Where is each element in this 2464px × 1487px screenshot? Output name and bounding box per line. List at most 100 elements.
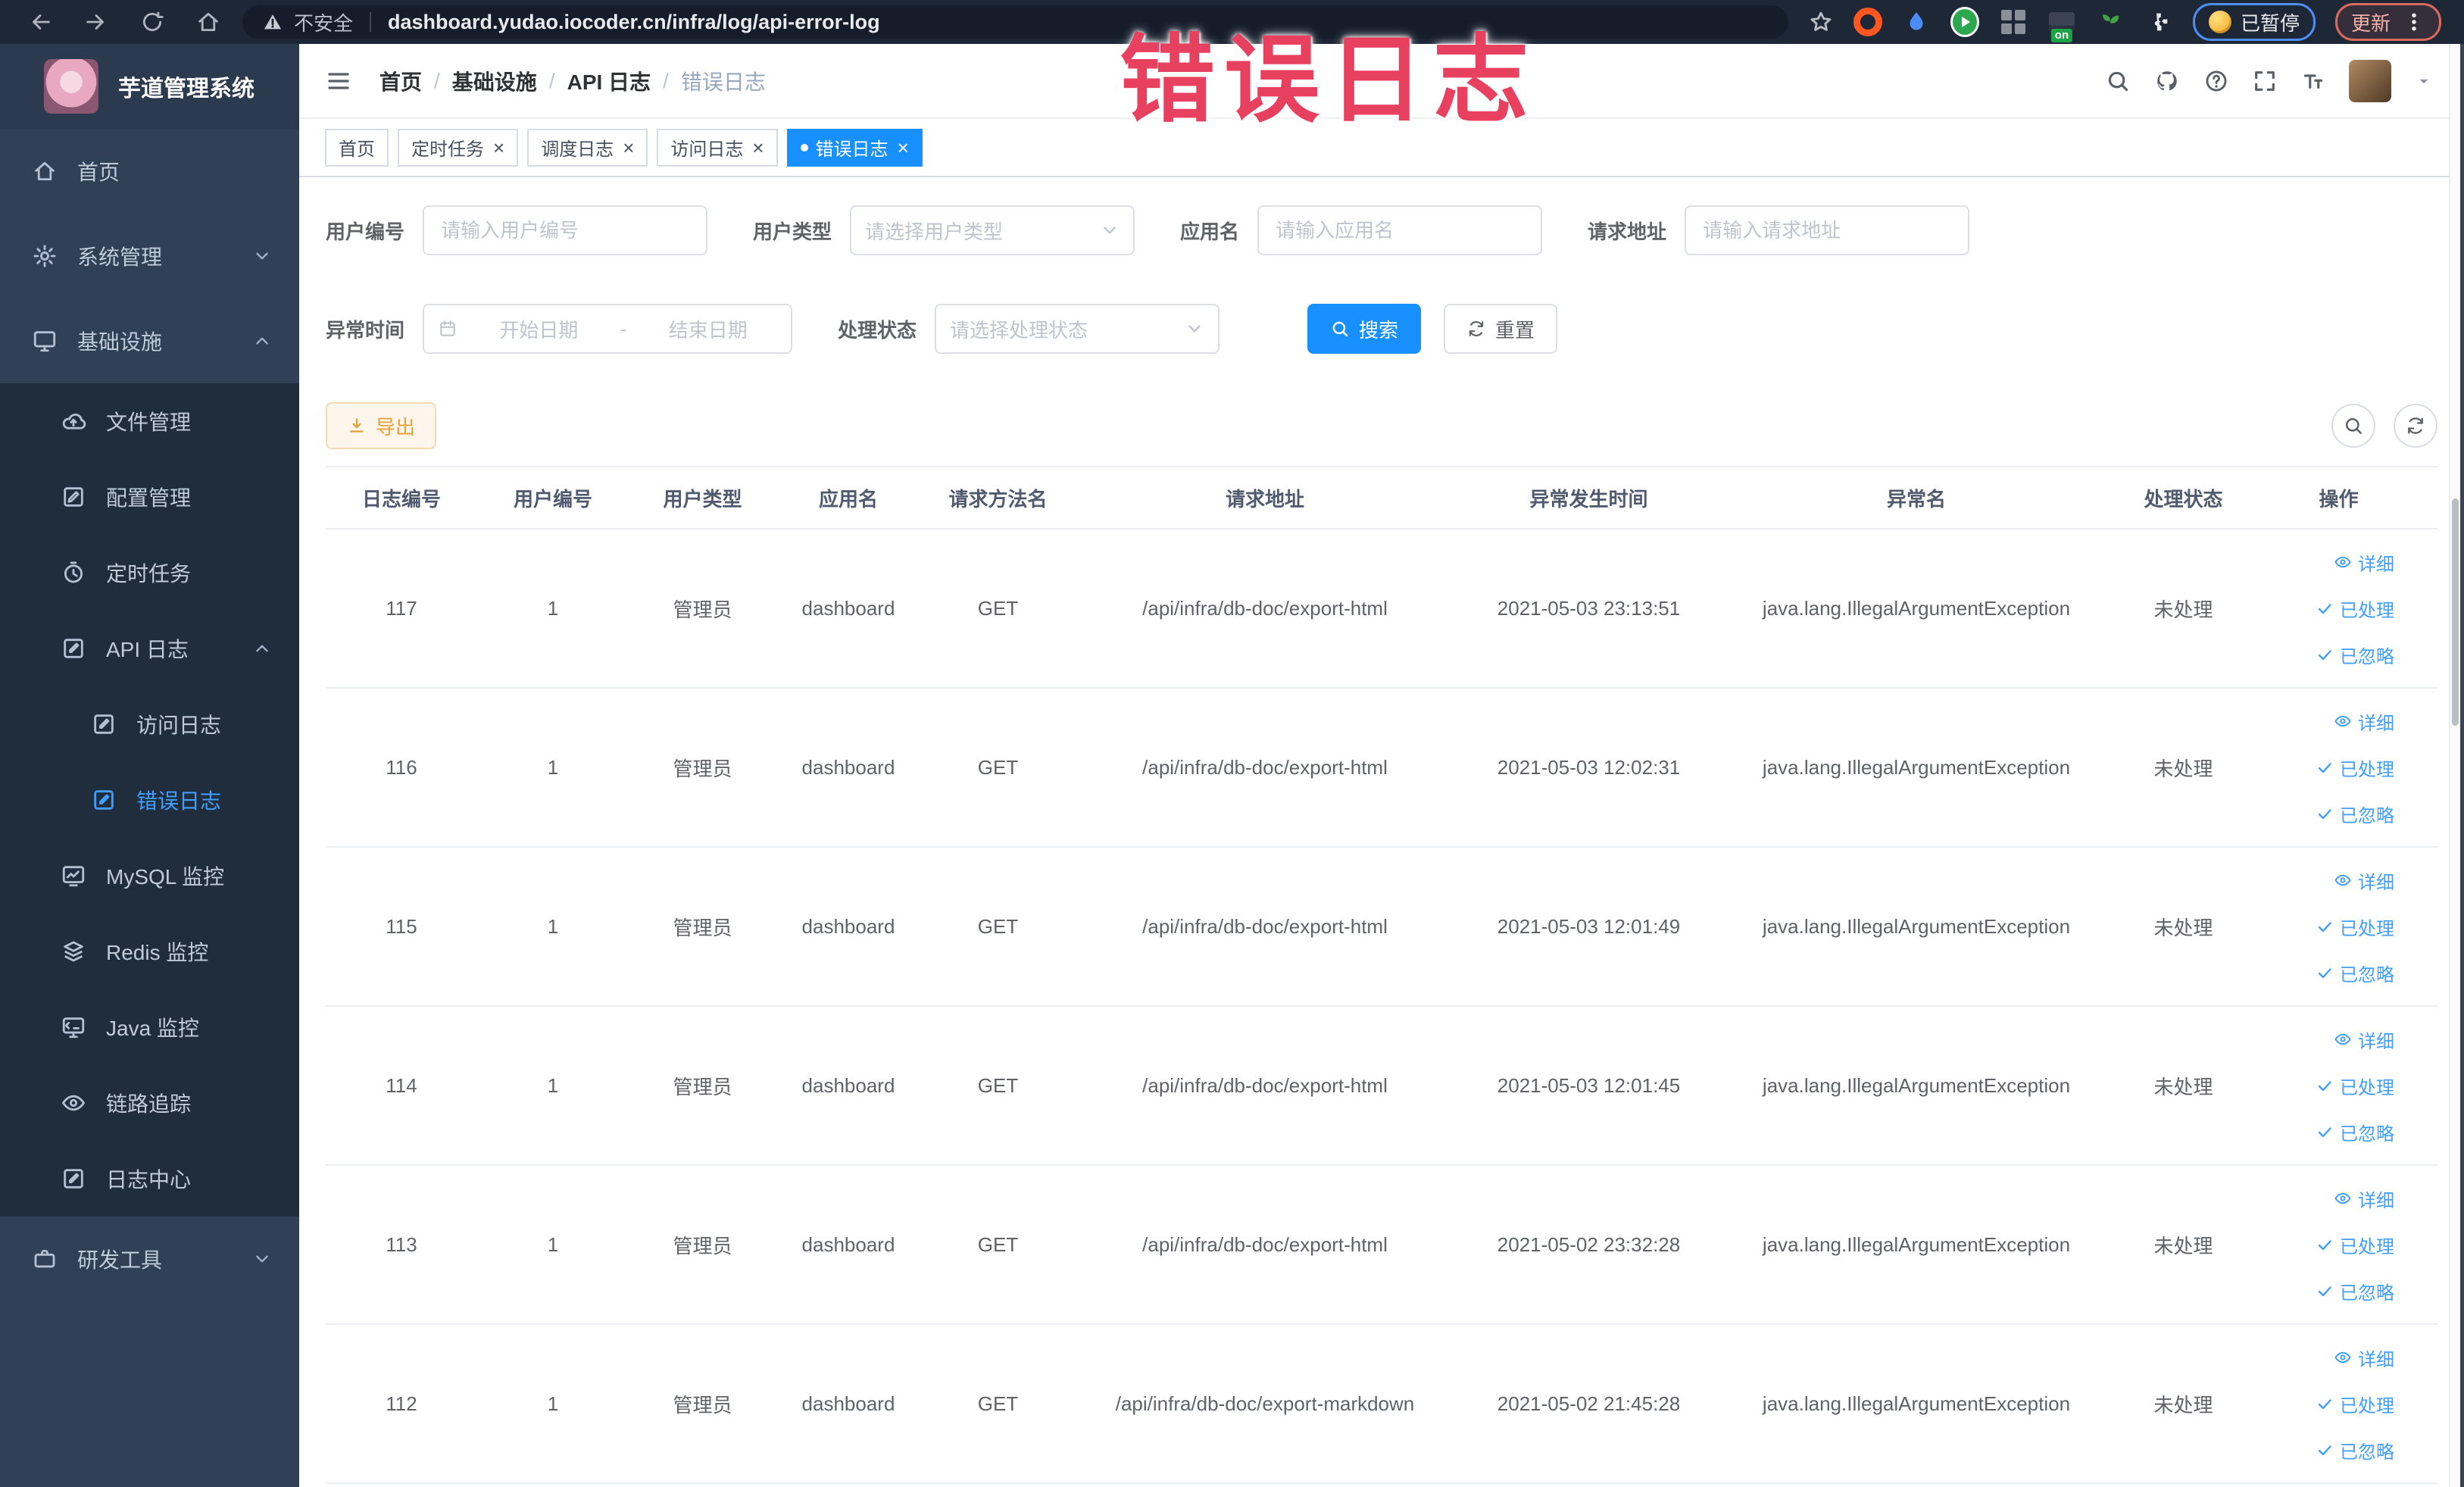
tag-close-icon[interactable]: × [493, 138, 504, 158]
browser-forward-button[interactable] [83, 9, 109, 35]
extension-orange-icon[interactable] [1853, 8, 1882, 36]
view-tag[interactable]: 首页 [325, 128, 389, 167]
mark-processed-link[interactable]: 已处理 [2316, 914, 2394, 940]
sidebar-item-label: 配置管理 [106, 486, 192, 510]
refresh-icon [2405, 415, 2426, 436]
browser-update-badge[interactable]: 更新 [2334, 3, 2441, 41]
extension-grid-icon[interactable] [1999, 8, 2028, 36]
extension-green-icon[interactable] [1950, 7, 1979, 37]
sidebar-item-label: 日志中心 [106, 1168, 192, 1192]
address-bar[interactable]: 不安全 dashboard.yudao.iocoder.cn/infra/log… [242, 5, 1788, 39]
sidebar-item[interactable]: 首页 [0, 129, 299, 214]
bookmark-star-icon[interactable] [1808, 9, 1834, 35]
chevron-icon [252, 1249, 272, 1269]
detail-link[interactable]: 详细 [2334, 1026, 2394, 1053]
search-button[interactable]: 搜索 [1307, 304, 1422, 354]
page-scrollbar[interactable] [2449, 44, 2460, 1487]
sidebar-item[interactable]: 访问日志 [0, 686, 299, 762]
fullscreen-icon[interactable] [2252, 68, 2278, 94]
process-status-select[interactable]: 请选择处理状态 [935, 304, 1220, 354]
sidebar-item[interactable]: Java 监控 [0, 989, 299, 1065]
sidebar-item[interactable]: 日志中心 [0, 1141, 299, 1217]
sidebar-item[interactable]: 错误日志 [0, 762, 299, 838]
mark-processed-link[interactable]: 已处理 [2316, 1073, 2394, 1099]
app-logo[interactable]: 芋道管理系统 [0, 44, 299, 129]
sidebar-item[interactable]: Redis 监控 [0, 914, 299, 989]
app-name-input[interactable] [1257, 205, 1543, 255]
column-header: 应用名 [818, 487, 878, 511]
sidebar-item-label: 研发工具 [77, 1248, 163, 1272]
view-tag[interactable]: 调度日志 × [527, 128, 648, 167]
chevron-icon [252, 331, 272, 351]
user-avatar[interactable] [2349, 59, 2391, 102]
mark-ignored-link[interactable]: 已忽略 [2316, 1278, 2394, 1304]
sidebar-item[interactable]: 研发工具 [0, 1217, 299, 1301]
mark-processed-link[interactable]: 已处理 [2316, 1391, 2394, 1417]
detail-link[interactable]: 详细 [2334, 1345, 2394, 1371]
toggle-search-button[interactable] [2331, 404, 2375, 448]
mark-ignored-link[interactable]: 已忽略 [2316, 801, 2394, 827]
extension-on-badge-icon[interactable]: on [2047, 8, 2076, 42]
user-id-input[interactable] [423, 205, 708, 255]
detail-link[interactable]: 详细 [2334, 1186, 2394, 1212]
breadcrumb-item[interactable]: 错误日志 / [681, 66, 766, 96]
browser-reload-button[interactable] [139, 9, 165, 35]
breadcrumb-item[interactable]: API 日志 / [567, 66, 681, 96]
cell-app-name: dashboard [801, 1232, 895, 1256]
mark-processed-link[interactable]: 已处理 [2316, 595, 2394, 622]
browser-home-button[interactable] [195, 9, 221, 35]
sidebar-item[interactable]: 链路追踪 [0, 1065, 299, 1141]
tag-close-icon[interactable]: × [623, 138, 634, 158]
mark-ignored-link[interactable]: 已忽略 [2316, 642, 2394, 668]
mark-ignored-link[interactable]: 已忽略 [2316, 960, 2394, 986]
mark-processed-link[interactable]: 已处理 [2316, 1232, 2394, 1258]
profile-paused-badge[interactable]: 已暂停 [2192, 3, 2316, 41]
github-icon[interactable] [2153, 67, 2181, 95]
sidebar-item[interactable]: 文件管理 [0, 383, 299, 459]
sidebar-item[interactable]: 系统管理 [0, 214, 299, 298]
view-tag[interactable]: 访问日志 × [657, 128, 778, 167]
sidebar-item-label: 访问日志 [136, 714, 222, 737]
breadcrumb-item[interactable]: 基础设施 / [452, 66, 567, 96]
scrollbar-thumb[interactable] [2452, 498, 2459, 726]
extension-puzzle-icon[interactable] [2144, 8, 2173, 36]
mark-ignored-link[interactable]: 已忽略 [2316, 1119, 2394, 1145]
browser-menu-icon[interactable] [2403, 11, 2425, 33]
table-body: 117 1 管理员 dashboard GET /api/infra/db-do… [326, 530, 2437, 1484]
header-search-icon[interactable] [2105, 68, 2131, 94]
cell-user-type: 管理员 [673, 598, 732, 621]
sidebar-item[interactable]: MySQL 监控 [0, 838, 299, 914]
sidebar-item[interactable]: 配置管理 [0, 459, 299, 535]
docs-help-icon[interactable] [2203, 68, 2229, 94]
detail-link[interactable]: 详细 [2334, 867, 2394, 894]
tag-close-icon[interactable]: × [752, 138, 764, 158]
user-type-select[interactable]: 请选择用户类型 [850, 205, 1135, 255]
tag-close-icon[interactable]: × [898, 138, 909, 158]
log-icon [61, 1166, 86, 1192]
mark-processed-link[interactable]: 已处理 [2316, 754, 2394, 781]
request-url-input[interactable] [1685, 205, 1970, 255]
mark-ignored-link[interactable]: 已忽略 [2316, 1437, 2394, 1464]
sidebar-item[interactable]: 定时任务 [0, 535, 299, 611]
breadcrumb-item[interactable]: 首页 / [379, 66, 452, 96]
sidebar-item[interactable]: 基础设施 [0, 298, 299, 383]
view-tag[interactable]: 错误日志 × [786, 128, 923, 167]
exception-time-range-picker[interactable]: 开始日期 - 结束日期 [423, 304, 793, 354]
hamburger-icon[interactable] [325, 67, 352, 95]
page-url: dashboard.yudao.iocoder.cn/infra/log/api… [388, 10, 880, 33]
emoji-avatar-icon [2208, 11, 2231, 33]
cell-exception-time: 2021-05-02 21:45:28 [1497, 1392, 1681, 1415]
detail-link[interactable]: 详细 [2334, 549, 2394, 576]
font-size-icon[interactable] [2300, 68, 2326, 94]
refresh-table-button[interactable] [2394, 404, 2437, 448]
detail-link[interactable]: 详细 [2334, 708, 2394, 735]
extension-blue-icon[interactable] [1902, 8, 1931, 36]
browser-back-button[interactable] [27, 9, 53, 35]
export-button[interactable]: 导出 [326, 402, 437, 449]
sidebar-item[interactable]: API 日志 [0, 611, 299, 686]
extension-leaf-icon[interactable] [2096, 8, 2125, 36]
user-menu-caret-icon[interactable] [2414, 71, 2434, 91]
reset-button[interactable]: 重置 [1444, 304, 1558, 354]
view-tag[interactable]: 定时任务 × [398, 128, 519, 167]
column-header: 日志编号 [361, 487, 441, 511]
